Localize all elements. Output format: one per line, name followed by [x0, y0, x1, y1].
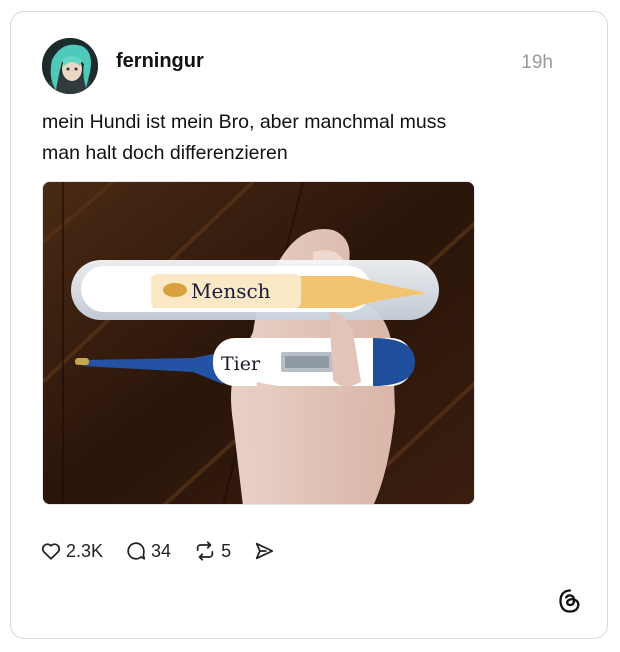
threads-logo-icon[interactable] — [557, 588, 583, 614]
thermometer-label-bottom: Tier — [221, 353, 261, 375]
post-text: mein Hundi ist mein Bro, aber manchmal m… — [42, 107, 562, 169]
share-button[interactable] — [253, 540, 275, 562]
like-count: 2.3K — [66, 540, 104, 561]
heart-icon — [40, 540, 62, 562]
thermometer-label-top: Mensch — [191, 279, 271, 303]
repost-button[interactable]: 5 — [193, 540, 231, 562]
repost-arrows-icon — [193, 540, 217, 562]
reply-count: 34 — [151, 540, 172, 561]
post-text-line: mein Hundi ist mein Bro, aber manchmal m… — [42, 111, 447, 133]
thermometers-photo: Mensch Tier — [43, 182, 474, 504]
like-button[interactable]: 2.3K — [40, 540, 103, 562]
send-icon — [253, 540, 275, 562]
post-timestamp: 19h — [521, 52, 553, 73]
comment-bubble-icon — [125, 540, 147, 562]
post-text-line: man halt doch differenzieren — [42, 142, 288, 164]
username[interactable]: ferningur — [116, 50, 204, 73]
repost-count: 5 — [221, 540, 232, 561]
action-bar: 2.3K 34 5 — [40, 537, 297, 565]
avatar[interactable] — [42, 38, 98, 94]
post-card: ferningur 19h mein Hundi ist mein Bro, a… — [10, 11, 608, 639]
post-photo[interactable]: Mensch Tier — [42, 181, 475, 505]
reply-button[interactable]: 34 — [125, 540, 171, 562]
